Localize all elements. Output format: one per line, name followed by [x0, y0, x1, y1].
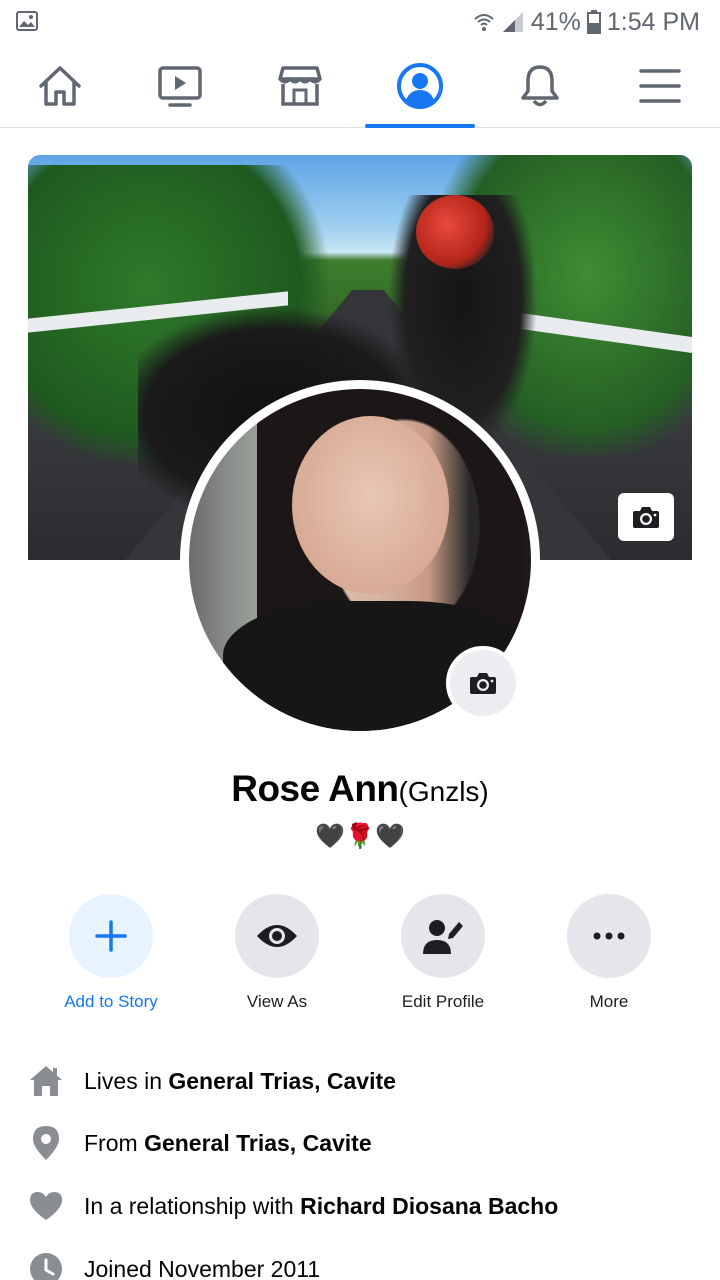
wifi-icon — [473, 12, 495, 32]
detail-joined: Joined November 2011 — [28, 1243, 708, 1280]
battery-percent: 41% — [530, 7, 581, 36]
clock-time: 1:54 PM — [606, 7, 700, 36]
nav-marketplace[interactable] — [245, 44, 355, 128]
detail-lives-in: Lives in General Trias, Cavite — [28, 1055, 708, 1107]
video-icon — [158, 66, 202, 107]
detail-from: From General Trias, Cavite — [28, 1117, 708, 1169]
battery-icon — [586, 10, 601, 34]
bio-emoji-rose: 🌹 — [345, 823, 375, 850]
detail-relationship-prefix: In a relationship with — [84, 1192, 301, 1219]
nav-profile[interactable] — [365, 44, 475, 128]
image-icon — [16, 11, 38, 31]
profile-alternate-name: (Gnzls) — [398, 776, 489, 807]
nav-notifications[interactable] — [485, 44, 595, 128]
add-to-story-label: Add to Story — [64, 992, 158, 1011]
edit-profile-icon — [423, 920, 463, 954]
hamburger-icon — [639, 69, 681, 103]
camera-icon — [633, 507, 659, 528]
bio-emoji-black-heart: 🖤 — [374, 823, 405, 850]
edit-profile-button[interactable]: Edit Profile — [360, 894, 526, 1012]
detail-relationship: In a relationship with Richard Diosana B… — [28, 1180, 708, 1232]
edit-profile-circle[interactable] — [401, 894, 485, 978]
heart-icon — [28, 1188, 64, 1224]
view-as-circle[interactable] — [235, 894, 319, 978]
add-to-story-button[interactable]: Add to Story — [28, 894, 194, 1012]
store-icon — [278, 66, 322, 106]
location-pin-icon — [28, 1125, 64, 1161]
detail-from-prefix: From — [84, 1129, 145, 1156]
bio-emoji-black-heart: 🖤 — [315, 823, 346, 850]
bell-icon — [521, 65, 559, 107]
detail-lives-in-value[interactable]: General Trias, Cavite — [168, 1068, 396, 1094]
profile-icon — [397, 63, 443, 109]
more-button[interactable]: More — [526, 894, 692, 1012]
detail-joined-prefix: Joined — [84, 1255, 159, 1280]
clock-icon — [28, 1251, 64, 1280]
detail-joined-value: November 2011 — [158, 1255, 321, 1280]
detail-from-value[interactable]: General Trias, Cavite — [144, 1130, 372, 1156]
status-indicators: 41% 1:54 PM — [473, 6, 700, 38]
status-bar: 41% 1:54 PM — [0, 0, 720, 44]
edit-profile-picture-button[interactable] — [446, 646, 520, 720]
edit-cover-photo-button[interactable] — [618, 493, 674, 541]
signal-icon — [501, 11, 525, 33]
nav-home[interactable] — [5, 44, 115, 128]
edit-profile-label: Edit Profile — [401, 992, 485, 1011]
camera-icon — [470, 673, 496, 694]
home-icon — [39, 66, 81, 106]
profile-name-main: Rose Ann — [231, 768, 399, 809]
plus-icon — [95, 920, 127, 952]
detail-lives-in-prefix: Lives in — [84, 1067, 169, 1094]
eye-icon — [257, 925, 297, 947]
more-icon — [593, 932, 625, 940]
nav-menu[interactable] — [605, 44, 715, 128]
add-to-story-circle[interactable] — [69, 894, 153, 978]
cover-helmet — [416, 195, 494, 269]
profile-name: Rose Ann(Gnzls) — [0, 768, 720, 810]
view-as-button[interactable]: View As — [194, 894, 360, 1012]
home-icon — [28, 1063, 64, 1099]
profile-actions: Add to Story View As Edit Profile More — [0, 894, 720, 1024]
nav-watch[interactable] — [125, 44, 235, 128]
more-label: More — [589, 992, 629, 1011]
top-navigation — [0, 44, 720, 128]
view-as-label: View As — [246, 992, 308, 1011]
detail-relationship-value[interactable]: Richard Diosana Bacho — [300, 1193, 558, 1219]
profile-bio: 🖤🌹🖤 — [0, 822, 720, 851]
more-circle[interactable] — [567, 894, 651, 978]
